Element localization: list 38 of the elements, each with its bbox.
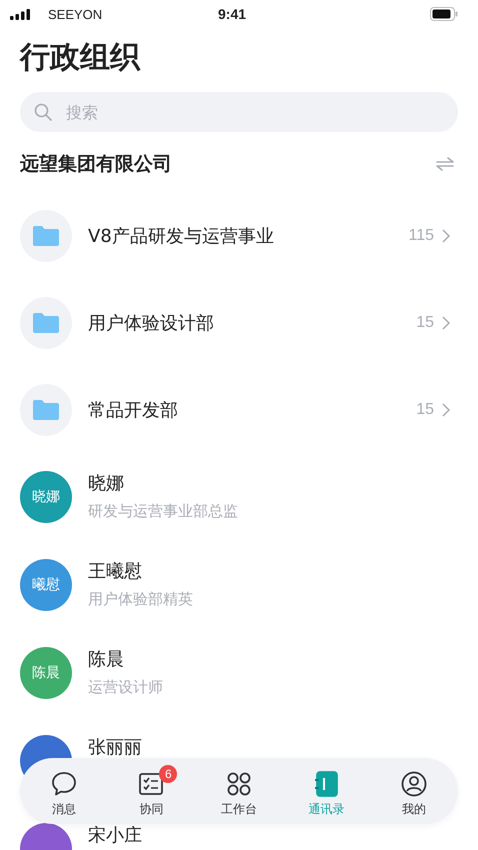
department-item[interactable]: 用户体验设计部 15	[0, 279, 478, 366]
chevron-icon	[442, 228, 450, 242]
tab-item[interactable]: 消息	[28, 764, 99, 818]
folder-icon	[20, 210, 72, 262]
signal-icon	[10, 8, 32, 20]
person-name[interactable]: 张丽丽	[88, 737, 142, 758]
grid-icon	[226, 770, 252, 796]
folder-icon	[20, 296, 72, 348]
address-book-icon	[314, 770, 340, 796]
battery-icon	[430, 7, 458, 21]
avatar: 曦慰	[20, 559, 72, 611]
chevron-icon	[442, 402, 450, 416]
count-badge: 6	[159, 764, 178, 782]
status-time: 9:41	[218, 6, 246, 22]
person-title: 用户体验部精英	[88, 590, 193, 609]
company-name: 远望集团有限公司	[20, 152, 172, 177]
person-name[interactable]: 王曦慰	[88, 561, 142, 582]
checklist-icon	[138, 770, 164, 796]
chat-icon	[50, 770, 77, 796]
person-name[interactable]: 宋小庄	[88, 825, 142, 846]
department-item[interactable]: V8产品研发与运营事业 115	[0, 192, 478, 279]
person-title: 运营设计师	[88, 678, 163, 697]
tab-item[interactable]: 协同 6	[116, 764, 186, 818]
person-name[interactable]: 晓娜	[88, 473, 124, 494]
chevron-icon	[442, 316, 450, 330]
tab-item[interactable]: 我的	[379, 764, 450, 818]
avatar: 晓娜	[20, 471, 72, 523]
switch-icon[interactable]	[436, 157, 454, 171]
person-title: 研发与运营事业部总监	[88, 502, 238, 521]
tab-item[interactable]: 工作台	[204, 764, 274, 818]
folder-icon	[20, 384, 72, 436]
profile-icon	[401, 770, 428, 796]
department-item[interactable]: 常品开发部 15	[0, 366, 478, 453]
page-title: 行政组织	[18, 39, 142, 77]
carrier-name: SEEYON	[48, 6, 104, 22]
avatar: 陈晨	[20, 647, 72, 699]
person-name[interactable]: 陈晨	[88, 649, 124, 670]
search-field[interactable]: 搜索	[20, 92, 458, 132]
